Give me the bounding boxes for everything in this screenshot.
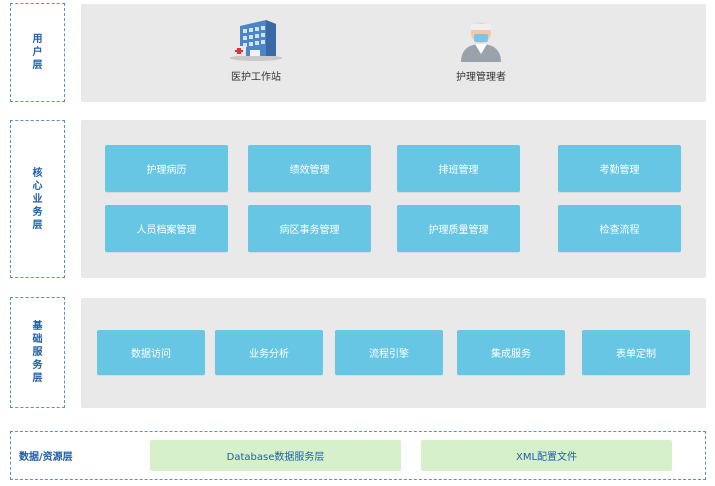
layer-label-core-text: 核心业务层 [32,167,43,231]
core-box-scheduling[interactable]: 排班管理 [397,145,520,192]
core-box-personnel[interactable]: 人员档案管理 [105,205,228,252]
user-item-workstation-label: 医护工作站 [231,72,281,83]
layer-label-user: 用户层 [10,3,65,102]
layer-label-core: 核心业务层 [10,120,65,278]
data-box-xml-config[interactable]: XML配置文件 [421,440,672,471]
core-box-inspection[interactable]: 检查流程 [558,205,681,252]
layer-label-base-text: 基础服务层 [32,321,43,384]
base-box-integration[interactable]: 集成服务 [457,330,565,375]
base-box-analysis[interactable]: 业务分析 [215,330,323,375]
user-layer-panel: 医护工作站 护理管理者 [81,4,706,102]
hospital-building-icon [230,20,282,61]
user-item-manager: 护理管理者 [436,16,526,83]
core-box-nursing-record[interactable]: 护理病历 [105,145,228,192]
base-box-form-custom[interactable]: 表单定制 [582,330,690,375]
data-layer-title: 数据/资源层 [19,452,73,463]
base-box-data-access[interactable]: 数据访问 [97,330,205,375]
user-item-manager-label: 护理管理者 [456,72,506,83]
core-layer-panel: 护理病历 绩效管理 排班管理 考勤管理 人员档案管理 病区事务管理 护理质量管理… [81,120,706,278]
user-item-workstation: 医护工作站 [211,16,301,83]
data-layer-panel: 数据/资源层 Database数据服务层 XML配置文件 [10,431,706,480]
core-box-attendance[interactable]: 考勤管理 [558,145,681,192]
core-box-ward-affairs[interactable]: 病区事务管理 [248,205,371,252]
core-box-performance[interactable]: 绩效管理 [248,145,371,192]
layer-label-base: 基础服务层 [10,297,65,408]
data-box-database[interactable]: Database数据服务层 [150,440,401,471]
layer-label-user-text: 用户层 [32,34,43,71]
base-layer-panel: 数据访问 业务分析 流程引擎 集成服务 表单定制 [81,298,706,408]
core-box-quality[interactable]: 护理质量管理 [397,205,520,252]
base-box-workflow-engine[interactable]: 流程引擎 [335,330,443,375]
nurse-manager-icon [461,20,501,62]
